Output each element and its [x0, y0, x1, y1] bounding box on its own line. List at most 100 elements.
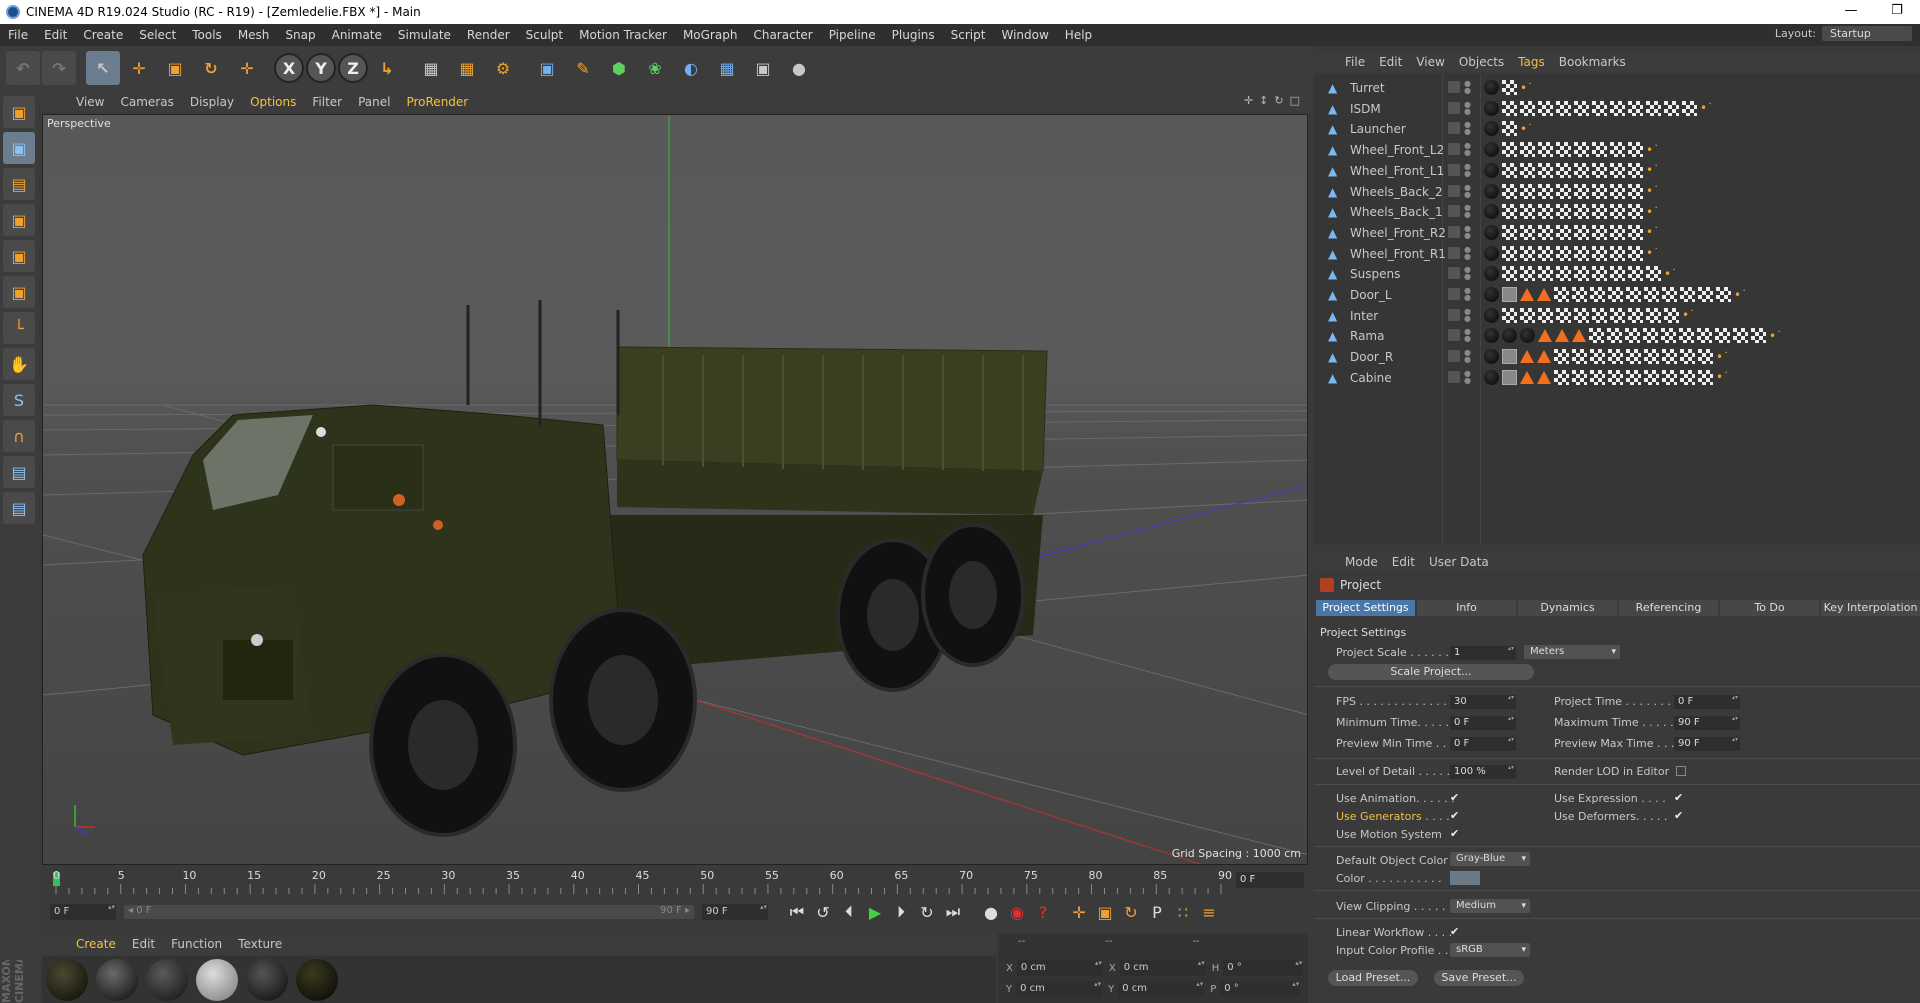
texture-tag-icon[interactable] [1608, 369, 1623, 385]
object-row[interactable]: ▲ Wheels_Back_1 ● ● •˙ [1314, 202, 1920, 222]
prev-frame-icon[interactable]: ⏴ [836, 900, 862, 924]
render-picture-viewer-icon[interactable]: ▦ [450, 51, 484, 85]
warning-tag-icon[interactable] [1537, 370, 1551, 384]
texture-tag-icon[interactable] [1679, 328, 1694, 344]
menu-animate[interactable]: Animate [324, 28, 390, 42]
texture-tag-icon[interactable] [1554, 369, 1569, 385]
use-animation-checkbox[interactable]: ✔ [1450, 792, 1462, 804]
warning-tag-icon[interactable] [1537, 288, 1551, 301]
material-tag-icon[interactable] [1484, 121, 1499, 137]
tab-referencing[interactable]: Referencing [1619, 600, 1718, 616]
object-row[interactable]: ▲ ISDM ● ● •˙ [1314, 99, 1920, 119]
keyframe-selection-icon[interactable]: ? [1030, 900, 1056, 924]
texture-tag-icon[interactable] [1574, 204, 1589, 220]
menu-script[interactable]: Script [943, 28, 994, 42]
texture-tag-icon[interactable] [1592, 266, 1607, 282]
menu-tools[interactable]: Tools [184, 28, 230, 42]
texture-tag-icon[interactable] [1538, 266, 1553, 282]
material-swatch-6[interactable] [296, 958, 338, 1001]
material-tag-icon[interactable] [1484, 369, 1499, 385]
selection-tag-icon[interactable]: •˙ [1520, 81, 1533, 95]
use-motion-system-checkbox[interactable]: ✔ [1450, 828, 1462, 840]
texture-tag-icon[interactable] [1716, 287, 1731, 302]
material-tag-icon[interactable] [1484, 204, 1499, 220]
material-swatch-1[interactable] [46, 958, 88, 1001]
phong-tag-icon[interactable] [1502, 369, 1517, 385]
rotate-tool-icon[interactable]: ↻ [194, 51, 228, 85]
texture-tag-icon[interactable] [1682, 100, 1697, 116]
end-frame-field[interactable]: 90 F [702, 903, 768, 920]
material-tag-icon[interactable] [1520, 328, 1535, 344]
material-tag-icon[interactable] [1484, 307, 1499, 323]
texture-tag-icon[interactable] [1610, 224, 1625, 240]
goto-start-icon[interactable]: ⏮ [784, 900, 810, 924]
menu-file[interactable]: File [0, 28, 36, 42]
object-name[interactable]: Wheels_Back_1 [1350, 205, 1443, 219]
material-menu-create[interactable]: Create [68, 937, 124, 951]
texture-tag-icon[interactable] [1680, 349, 1695, 365]
texture-tag-icon[interactable] [1590, 349, 1605, 365]
visibility-dots-icon[interactable]: ● ● [1464, 204, 1471, 219]
texture-tag-icon[interactable] [1646, 266, 1661, 282]
texture-tag-icon[interactable] [1520, 204, 1535, 220]
texture-tag-icon[interactable] [1502, 245, 1517, 261]
play-icon[interactable]: ▶ [862, 900, 888, 924]
cube-object-icon[interactable]: ▣ [530, 51, 564, 85]
menu-select[interactable]: Select [131, 28, 184, 42]
visibility-dots-icon[interactable]: ● ● [1464, 307, 1471, 322]
project-time-field[interactable]: 0 F [1674, 694, 1740, 709]
texture-tag-icon[interactable] [1644, 369, 1659, 385]
texture-tag-icon[interactable] [1608, 287, 1623, 302]
texture-tag-icon[interactable] [1610, 266, 1625, 282]
object-row[interactable]: ▲ Wheel_Front_L1 ● ● •˙ [1314, 161, 1920, 181]
camera-icon[interactable]: ▣ [746, 51, 780, 85]
object-row[interactable]: ▲ Launcher ● ● •˙ [1314, 119, 1920, 139]
selection-tag-icon[interactable]: •˙ [1716, 350, 1729, 364]
material-tag-icon[interactable] [1484, 328, 1499, 344]
object-name[interactable]: Suspens [1350, 267, 1400, 281]
texture-tag-icon[interactable] [1592, 204, 1607, 220]
object-name[interactable]: Wheel_Front_L2 [1350, 143, 1444, 157]
layer-icon[interactable] [1448, 370, 1460, 383]
key-rotation-icon[interactable]: ↻ [1118, 900, 1144, 924]
warning-tag-icon[interactable] [1537, 350, 1551, 364]
texture-tag-icon[interactable] [1556, 266, 1571, 282]
default-object-color-dropdown[interactable]: Gray-Blue [1450, 852, 1530, 866]
texture-tag-icon[interactable] [1574, 142, 1589, 158]
selection-tag-icon[interactable]: •˙ [1769, 329, 1782, 343]
layer-icon[interactable] [1448, 122, 1460, 135]
texture-tag-icon[interactable] [1628, 183, 1643, 199]
texture-tag-icon[interactable] [1592, 224, 1607, 240]
selection-tag-icon[interactable]: •˙ [1646, 184, 1659, 198]
texture-tag-icon[interactable] [1628, 142, 1643, 158]
texture-tag-icon[interactable] [1590, 287, 1605, 302]
texture-tag-icon[interactable] [1592, 142, 1607, 158]
render-view-icon[interactable]: ▦ [414, 51, 448, 85]
texture-tag-icon[interactable] [1538, 100, 1553, 116]
rotation-h-field[interactable]: 0 ° [1223, 959, 1304, 976]
texture-tag-icon[interactable] [1644, 349, 1659, 365]
timeline-current-frame[interactable]: 0 F [1236, 872, 1304, 888]
texture-tag-icon[interactable] [1607, 328, 1622, 344]
menu-simulate[interactable]: Simulate [390, 28, 459, 42]
texture-tag-icon[interactable] [1733, 328, 1748, 344]
material-swatch-3[interactable] [146, 958, 188, 1001]
render-lod-checkbox[interactable] [1676, 766, 1686, 776]
texture-tag-icon[interactable] [1574, 245, 1589, 261]
texture-tag-icon[interactable] [1556, 224, 1571, 240]
material-tag-icon[interactable] [1484, 142, 1499, 158]
layer-icon[interactable] [1448, 184, 1460, 197]
object-row[interactable]: ▲ Wheel_Front_L2 ● ● •˙ [1314, 140, 1920, 160]
scale-tool-icon[interactable]: ▣ [158, 51, 192, 85]
layer-icon[interactable] [1448, 163, 1460, 176]
object-name[interactable]: Cabine [1350, 371, 1392, 385]
key-parameter-icon[interactable]: P [1144, 900, 1170, 924]
size-y-field[interactable]: 0 cm [1118, 980, 1205, 997]
texture-tag-icon[interactable] [1574, 224, 1589, 240]
key-position-icon[interactable]: ✛ [1066, 900, 1092, 924]
use-deformers-checkbox[interactable]: ✔ [1674, 810, 1686, 822]
warning-tag-icon[interactable] [1555, 329, 1569, 343]
tab-dynamics[interactable]: Dynamics [1518, 600, 1617, 616]
texture-tag-icon[interactable] [1646, 307, 1661, 323]
texture-tag-icon[interactable] [1610, 183, 1625, 199]
